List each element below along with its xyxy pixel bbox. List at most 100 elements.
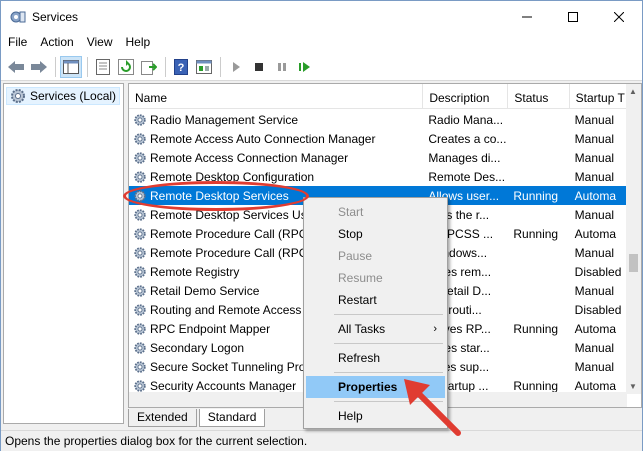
service-status: Running xyxy=(513,226,559,241)
service-name: Remote Access Auto Connection Manager xyxy=(150,131,376,146)
start-service-button[interactable] xyxy=(225,56,247,78)
context-menu-restart[interactable]: Restart xyxy=(306,289,445,311)
forward-arrow-icon xyxy=(31,60,47,73)
service-startup-type: Disabled xyxy=(574,264,622,279)
tab-extended[interactable]: Extended xyxy=(128,409,197,427)
gear-icon xyxy=(134,265,146,278)
refresh-toolbar-button[interactable] xyxy=(115,56,137,78)
stop-service-button[interactable] xyxy=(248,56,270,78)
column-header-status[interactable]: Status xyxy=(508,84,570,109)
context-menu-stop[interactable]: Stop xyxy=(306,223,445,245)
play-icon xyxy=(233,61,240,72)
status-bar: Opens the properties dialog box for the … xyxy=(1,430,642,451)
service-description: Manages di... xyxy=(428,150,501,165)
restart-service-button[interactable] xyxy=(294,56,316,78)
export-list-icon xyxy=(141,60,157,75)
title-bar[interactable]: Services xyxy=(1,1,642,32)
service-startup-type: Manual xyxy=(574,112,615,127)
scroll-thumb[interactable] xyxy=(629,254,638,272)
gear-icon xyxy=(134,360,146,373)
gear-icon xyxy=(134,151,146,164)
submenu-arrow-icon: › xyxy=(433,323,437,335)
column-header-name[interactable]: Name xyxy=(129,84,424,109)
view-tabs: Extended Standard xyxy=(128,407,267,427)
service-startup-type: Manual xyxy=(574,207,615,222)
properties-toolbar-button[interactable] xyxy=(92,56,114,78)
mmc-icon xyxy=(196,59,212,74)
gear-icon xyxy=(134,341,146,354)
context-menu-resume[interactable]: Resume xyxy=(306,267,445,289)
context-menu-all-tasks[interactable]: All Tasks › xyxy=(306,318,445,340)
service-status: Running xyxy=(513,378,559,393)
gear-icon xyxy=(11,89,25,103)
minimize-button[interactable] xyxy=(504,1,550,32)
service-startup-type: Manual xyxy=(574,283,615,298)
export-list-button[interactable] xyxy=(138,56,160,78)
menu-bar: File Action View Help xyxy=(1,32,642,53)
service-name: Routing and Remote Access xyxy=(150,302,302,317)
forward-button[interactable] xyxy=(28,56,50,78)
service-description: Radio Mana... xyxy=(428,112,504,127)
service-startup-type: Manual xyxy=(574,340,615,355)
highlight-ellipse-annotation xyxy=(123,181,309,211)
gear-icon xyxy=(134,170,146,183)
stop-icon xyxy=(255,62,263,71)
maximize-button[interactable] xyxy=(550,1,596,32)
column-header-description[interactable]: Description xyxy=(423,84,509,109)
mmc-toolbar-button[interactable] xyxy=(193,56,215,78)
pointer-arrow-annotation xyxy=(404,379,461,436)
restart-icon xyxy=(299,61,310,72)
service-name: Security Accounts Manager xyxy=(150,378,297,393)
context-menu-separator xyxy=(334,314,443,315)
menu-view[interactable]: View xyxy=(80,32,119,53)
service-startup-type: Disabled xyxy=(574,302,622,317)
scroll-down-icon[interactable]: ▼ xyxy=(629,382,637,391)
menu-file[interactable]: File xyxy=(1,32,33,53)
service-status: Running xyxy=(513,188,559,203)
context-menu-start[interactable]: Start xyxy=(306,201,445,223)
column-header-startup-type[interactable]: Startup T xyxy=(570,84,629,109)
service-status: Running xyxy=(513,321,559,336)
service-name-cell: Remote Access Auto Connection Manager xyxy=(129,132,423,146)
context-menu-pause[interactable]: Pause xyxy=(306,245,445,267)
help-toolbar-button[interactable]: ? xyxy=(170,56,192,78)
table-row[interactable]: Remote Access Auto Connection Manager Cre… xyxy=(129,129,629,148)
back-button[interactable] xyxy=(5,56,27,78)
gear-icon xyxy=(134,132,146,145)
menu-help[interactable]: Help xyxy=(119,32,157,53)
tree-item-services-local[interactable]: Services (Local) xyxy=(6,87,121,105)
service-name: Secure Socket Tunneling Pro xyxy=(150,359,306,374)
tab-standard[interactable]: Standard xyxy=(198,409,266,427)
menu-action[interactable]: Action xyxy=(33,32,79,53)
service-name-cell: Remote Desktop Configuration xyxy=(129,170,423,184)
tree-item-label: Services (Local) xyxy=(30,89,117,103)
gear-icon xyxy=(134,113,146,126)
service-name-cell: Remote Access Connection Manager xyxy=(129,151,423,165)
toolbar: ? xyxy=(1,53,642,81)
gear-icon xyxy=(134,246,146,259)
gear-icon xyxy=(134,284,146,297)
service-name: Radio Management Service xyxy=(150,112,299,127)
vertical-scrollbar[interactable]: ▲ ▼ xyxy=(626,84,641,394)
table-row[interactable]: Remote Access Connection Manager Manages … xyxy=(129,148,629,167)
service-name: Remote Access Connection Manager xyxy=(150,150,349,165)
gear-icon xyxy=(134,303,146,316)
toolbar-separator xyxy=(165,56,166,77)
service-startup-type: Manual xyxy=(574,359,615,374)
window-title: Services xyxy=(32,9,79,24)
show-console-tree-button[interactable] xyxy=(60,55,82,78)
context-menu-refresh[interactable]: Refresh xyxy=(306,347,445,369)
service-description: Creates a co... xyxy=(428,131,507,146)
scroll-up-icon[interactable]: ▲ xyxy=(629,87,637,96)
pause-service-button[interactable] xyxy=(271,56,293,78)
close-button[interactable] xyxy=(596,1,642,32)
gear-icon xyxy=(134,379,146,392)
back-arrow-icon xyxy=(8,60,24,73)
service-name: Secondary Logon xyxy=(150,340,245,355)
pause-icon xyxy=(278,62,286,71)
toolbar-separator xyxy=(220,56,221,77)
service-name: Remote Procedure Call (RPC xyxy=(150,245,308,260)
table-row[interactable]: Radio Management Service Radio Mana... Man… xyxy=(129,110,629,129)
gear-icon xyxy=(134,208,146,221)
console-tree-pane: Services (Local) xyxy=(3,83,124,424)
